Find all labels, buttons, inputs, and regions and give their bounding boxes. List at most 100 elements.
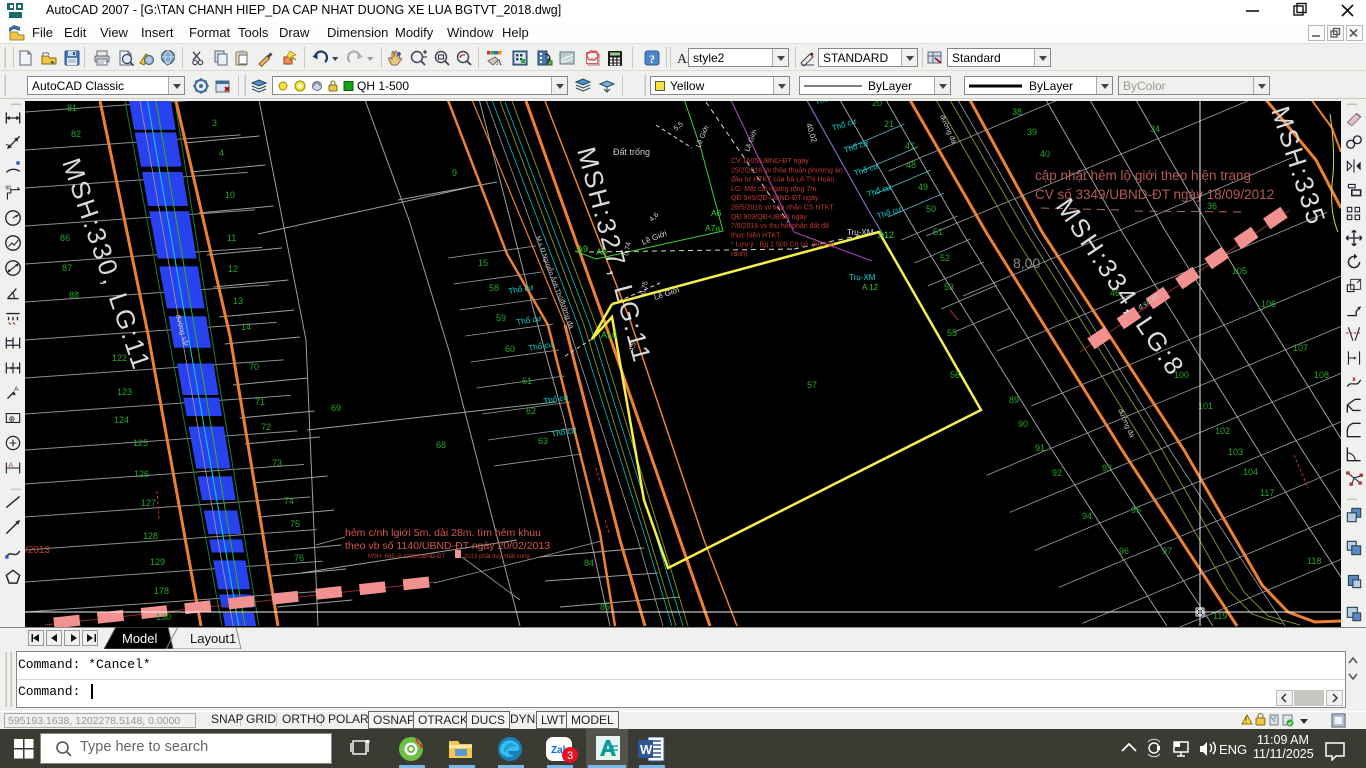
svg-text:95: 95 <box>1131 505 1141 515</box>
svg-text:A9: A9 <box>577 244 588 254</box>
svg-text:34: 34 <box>1150 124 1160 134</box>
svg-text:hẻm c/nh lgiới 5m. dài 28m. tì: hẻm c/nh lgiới 5m. dài 28m. tìm hẻm khuu <box>345 527 541 539</box>
svg-text:Thổ cư: Thổ cư <box>516 314 543 327</box>
svg-text:36: 36 <box>1207 201 1217 211</box>
svg-text:105: 105 <box>1232 266 1247 276</box>
svg-text:88: 88 <box>69 290 79 300</box>
svg-text:* Lưu ý : Bд 1.500.Có cỏ. (khu: * Lưu ý : Bд 1.500.Có cỏ. (khu lại <box>731 241 835 249</box>
svg-text:73: 73 <box>272 458 282 468</box>
svg-text:97: 97 <box>1162 546 1172 556</box>
svg-text:Đất trống: Đất trống <box>613 147 650 157</box>
svg-text:63: 63 <box>538 436 548 446</box>
svg-text:61: 61 <box>522 376 532 386</box>
svg-text:A: A <box>677 52 688 67</box>
svg-text:Thổ cư: Thổ cư <box>853 161 881 178</box>
svg-text:82: 82 <box>71 129 81 139</box>
svg-text:128: 128 <box>143 531 158 541</box>
svg-text:đường đá: đường đá <box>1116 408 1135 439</box>
svg-text:A7a: A7a <box>705 223 720 233</box>
svg-text:85: 85 <box>600 602 610 612</box>
svg-text:?: ? <box>649 52 655 66</box>
svg-text:81: 81 <box>67 103 77 113</box>
svg-text:A 12: A 12 <box>862 283 879 292</box>
svg-text:!: ! <box>1245 716 1247 725</box>
svg-text:96: 96 <box>1119 546 1129 556</box>
svg-text:84: 84 <box>584 558 594 568</box>
svg-text:71: 71 <box>255 397 265 407</box>
svg-text:86: 86 <box>60 233 70 243</box>
svg-text:89: 89 <box>1009 395 1019 405</box>
svg-text:CV 1605/UBND-ĐT ngày: CV 1605/UBND-ĐT ngày <box>731 158 809 165</box>
svg-text:Trụ-XM: Trụ-XM <box>847 228 874 237</box>
svg-text:QĐ 945/QĐ-UBND-ĐT ngày: QĐ 945/QĐ-UBND-ĐT ngày <box>731 195 819 202</box>
svg-text:2013 phải duy nhất xong: 2013 phải duy nhất xong <box>464 554 530 560</box>
svg-text:20: 20 <box>872 101 882 108</box>
svg-text:69: 69 <box>331 403 341 413</box>
svg-text:LG: Mặt cắt ngang rộng 7m.: LG: Mặt cắt ngang rộng 7m. <box>731 184 818 193</box>
svg-text:49: 49 <box>918 182 928 192</box>
svg-text:123: 123 <box>117 387 132 397</box>
svg-text:14: 14 <box>241 322 251 332</box>
svg-text:72: 72 <box>261 422 271 432</box>
svg-text:39: 39 <box>1027 127 1037 137</box>
svg-text:Thổ cư: Thổ cư <box>814 101 842 107</box>
svg-text:đường đá: đường đá <box>938 114 957 145</box>
svg-text:57: 57 <box>807 380 817 390</box>
svg-text:53: 53 <box>944 282 954 292</box>
svg-text:21: 21 <box>884 119 894 129</box>
svg-text:93: 93 <box>1102 463 1112 473</box>
svg-text:9: 9 <box>452 168 457 178</box>
svg-text:Thổ cư: Thổ cư <box>843 138 871 155</box>
svg-text:118: 118 <box>1307 556 1321 566</box>
svg-text:178: 178 <box>154 586 169 596</box>
svg-text:Thổ cư: Thổ cư <box>831 116 859 133</box>
svg-text:ranh): ranh) <box>731 251 747 258</box>
svg-text:75: 75 <box>290 519 300 529</box>
svg-text:90: 90 <box>1018 419 1028 429</box>
svg-text:Trụ-XM: Trụ-XM <box>849 273 876 282</box>
svg-text:103: 103 <box>1228 447 1243 457</box>
svg-text:Lề Giới: Lề Giới <box>694 124 711 149</box>
svg-text:Lề Giới: Lề Giới <box>742 128 758 153</box>
svg-text:126: 126 <box>134 469 149 479</box>
svg-text:25/2/2016 vv thỏa thuận phương: 25/2/2016 vv thỏa thuận phương án <box>731 166 843 174</box>
svg-text:15: 15 <box>478 258 488 268</box>
svg-text:3: 3 <box>212 118 217 128</box>
svg-text:60: 60 <box>505 344 515 354</box>
svg-text:51: 51 <box>933 227 943 237</box>
svg-text:⊕: ⊕ <box>9 414 16 423</box>
svg-text:52: 52 <box>940 253 950 263</box>
svg-text:58: 58 <box>489 283 499 293</box>
svg-text:Lề Giới: Lề Giới <box>653 285 681 302</box>
svg-text:94: 94 <box>1082 511 1092 521</box>
svg-text:125: 125 <box>133 438 148 448</box>
svg-text:106: 106 <box>1261 299 1276 309</box>
svg-text:Thổ cư: Thổ cư <box>876 204 904 221</box>
svg-text:87: 87 <box>62 263 72 273</box>
svg-text:đầu tư HTKT của bà Lê Thị Hoàn: đầu tư HTKT của bà Lê Thị Hoàn. <box>731 175 836 184</box>
svg-text:Layout1: Layout1 <box>190 631 236 646</box>
svg-text:127: 127 <box>141 498 156 508</box>
svg-text:W: W <box>640 742 653 757</box>
svg-text:26/5/2016 vv tiếp nhận CS HTKT: 26/5/2016 vv tiếp nhận CS HTKT. <box>731 203 835 212</box>
svg-text:A12: A12 <box>878 230 894 240</box>
svg-text:4,6: 4,6 <box>648 212 660 224</box>
svg-text:A10: A10 <box>601 330 617 340</box>
svg-text:A: A <box>496 58 502 67</box>
svg-text:13: 13 <box>233 296 243 306</box>
svg-text:91: 91 <box>1035 443 1045 453</box>
svg-text:62: 62 <box>526 406 536 416</box>
svg-text:74: 74 <box>284 496 294 506</box>
svg-text:8,00: 8,00 <box>1013 255 1040 271</box>
svg-text:55: 55 <box>947 328 957 338</box>
svg-text:Thổ cư: Thổ cư <box>866 182 894 199</box>
svg-text:40: 40 <box>1040 149 1050 159</box>
svg-text:10: 10 <box>225 190 235 200</box>
svg-text:50: 50 <box>926 204 936 214</box>
svg-text:104: 104 <box>1243 467 1258 477</box>
svg-text:129: 129 <box>150 557 165 567</box>
svg-text:108: 108 <box>1314 370 1329 380</box>
svg-text:thực hiện HTKT.: thực hiện HTKT. <box>731 232 782 239</box>
svg-text:92: 92 <box>1052 468 1062 478</box>
svg-text:47: 47 <box>905 141 915 151</box>
